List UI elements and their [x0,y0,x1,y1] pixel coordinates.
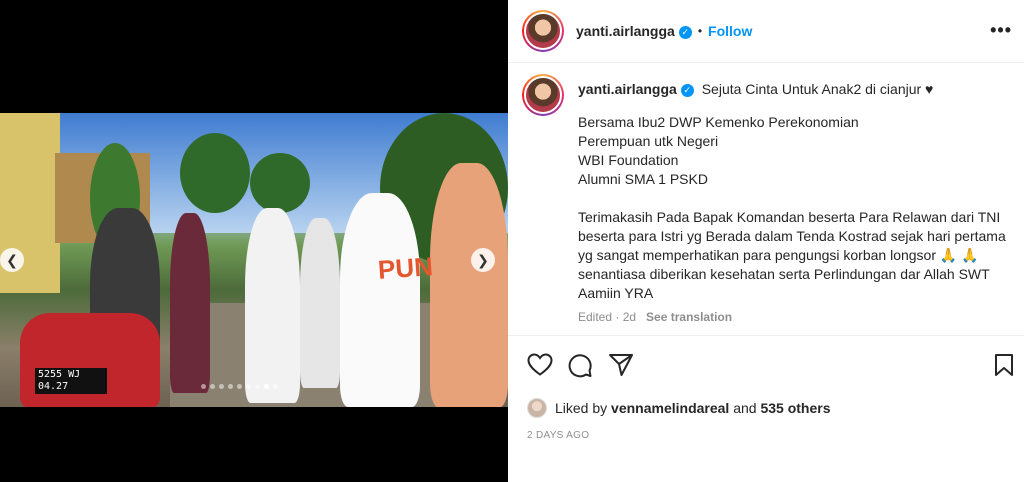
post-date[interactable]: 2 DAYS AGO [527,430,589,441]
chevron-left-icon: ❮ [6,252,18,268]
photo-person [170,213,210,393]
liker-username[interactable]: vennamelindareal [611,400,729,416]
photo-person [300,218,340,388]
caption-paragraph: Terimakasih Pada Bapak Komandan beserta … [578,209,1006,301]
caption-line: Perempuan utk Negeri [578,133,719,149]
post-caption: yanti.airlangga ✓ Sejuta Cinta Untuk Anak… [522,74,1012,327]
photo-person [430,163,508,407]
photo-person [340,193,420,407]
avatar[interactable] [522,10,564,52]
caption-avatar[interactable] [522,74,564,116]
follow-button[interactable]: Follow [708,23,752,39]
carousel-dot[interactable] [237,384,242,389]
header-username[interactable]: yanti.airlangga ✓ [576,23,692,39]
post-media: 5255 WJ 04.27 PUN ❮ ❯ [0,0,508,482]
likes-summary: Liked by vennamelindareal and 535 others [527,398,831,418]
heart-icon [527,353,553,376]
more-options-icon[interactable]: ••• [990,20,1012,41]
caption-title: Sejuta Cinta Untuk Anak2 di cianjur ♥ [701,81,934,97]
caption-meta: Edited · 2d See translation [578,308,1012,327]
likes-prefix: Liked by [555,400,608,416]
caption-line: Alumni SMA 1 PSKD [578,171,708,187]
username-text[interactable]: yanti.airlangga [576,23,675,39]
photo-tree [250,153,310,213]
post-actions [508,335,1024,395]
photo-shirt-text: PUN [376,251,434,285]
carousel-dot[interactable] [255,384,260,389]
liker-avatar[interactable] [527,398,547,418]
carousel-dot[interactable] [264,384,269,389]
header-separator: • [697,24,703,38]
photo-person [245,208,300,403]
save-button[interactable] [993,353,1015,382]
verified-badge-icon: ✓ [678,26,692,39]
carousel-dot[interactable] [210,384,215,389]
likes-others-link[interactable]: 535 others [760,400,830,416]
carousel-dot[interactable] [201,384,206,389]
caption-line: Bersama Ibu2 DWP Kemenko Perekonomian [578,114,859,130]
photo-tree [180,133,250,213]
caption-username[interactable]: yanti.airlangga [578,81,677,97]
carousel-next-button[interactable]: ❯ [471,248,495,272]
like-button[interactable] [527,353,553,382]
verified-badge-icon: ✓ [680,84,694,97]
likes-middle: and [733,400,757,416]
carousel-dot[interactable] [228,384,233,389]
carousel-dot[interactable] [219,384,224,389]
chevron-right-icon: ❯ [477,252,489,268]
comment-icon [568,354,592,378]
post-header: yanti.airlangga ✓ • Follow ••• [508,0,1024,63]
carousel-dot[interactable] [273,384,278,389]
carousel-dot[interactable] [246,384,251,389]
send-icon [609,354,633,376]
comment-button[interactable] [567,353,593,384]
carousel-dots [201,384,278,389]
carousel-prev-button[interactable]: ❮ [0,248,24,272]
post-side-panel: yanti.airlangga ✓ • Follow ••• yanti.airl… [508,0,1024,482]
bookmark-icon [995,354,1013,376]
caption-lines: Bersama Ibu2 DWP Kemenko Perekonomian Pe… [578,113,1012,189]
share-button[interactable] [608,353,634,382]
edited-time: Edited · 2d [578,310,637,324]
photo-license-plate: 5255 WJ 04.27 [35,368,107,394]
caption-line: WBI Foundation [578,152,679,168]
post-photo[interactable]: 5255 WJ 04.27 PUN [0,113,508,407]
see-translation-link[interactable]: See translation [646,310,732,324]
